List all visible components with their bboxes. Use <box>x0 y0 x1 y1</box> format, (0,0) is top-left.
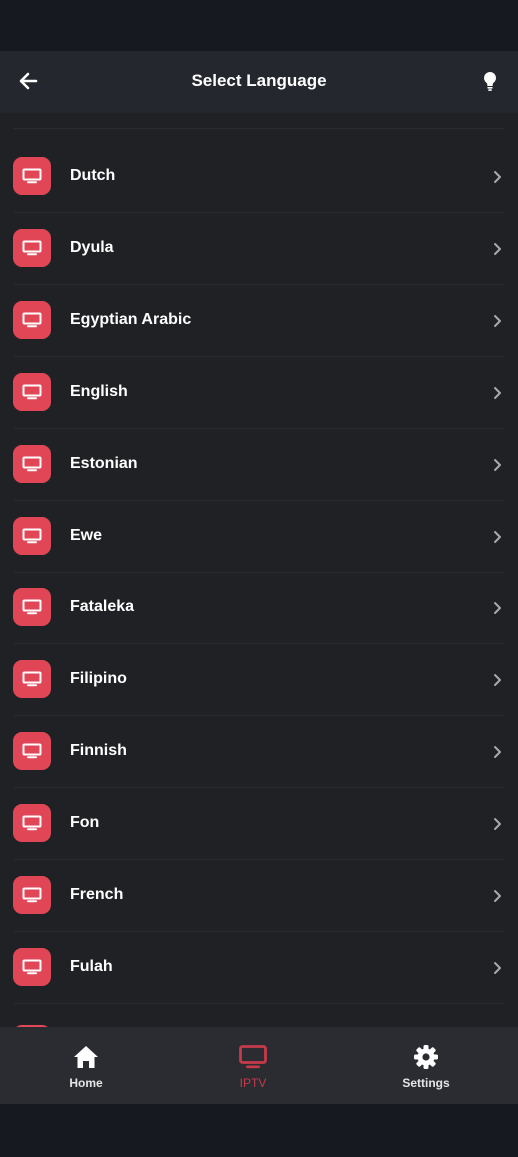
tv-icon <box>13 732 51 771</box>
chevron-right-icon <box>492 672 502 688</box>
list-item-label: French <box>70 886 124 903</box>
list-item[interactable]: Filipino <box>0 644 518 717</box>
tv-icon <box>13 588 51 627</box>
list-item[interactable]: English <box>0 357 518 429</box>
tv-icon <box>13 300 51 339</box>
list-item-label: Fataleka <box>70 598 135 616</box>
chevron-right-icon <box>492 385 502 401</box>
divider <box>14 1002 504 1004</box>
list-item[interactable]: Finnish <box>0 716 518 789</box>
list-item[interactable]: Estonian <box>0 429 518 501</box>
tv-icon <box>13 516 51 555</box>
bottom-navigation: Home IPTV Settings <box>0 1027 518 1104</box>
list-item[interactable]: Dutch <box>0 141 518 213</box>
chevron-right-icon <box>492 313 502 329</box>
tv-icon <box>13 157 51 195</box>
chevron-right-icon <box>492 457 502 473</box>
list-item-partial-top <box>0 113 518 129</box>
status-bar <box>0 0 518 51</box>
app-bar: Select Language <box>0 51 518 113</box>
nav-iptv-label: IPTV <box>239 1076 267 1090</box>
home-icon <box>74 1046 98 1068</box>
list-item-label: Ewe <box>70 526 103 544</box>
tv-icon <box>13 372 51 411</box>
list-item[interactable]: French <box>0 860 518 932</box>
list-item-label: Egyptian Arabic <box>70 310 192 328</box>
list-item[interactable]: Fon <box>0 788 518 861</box>
tv-icon <box>13 228 51 267</box>
list-item-label: Dutch <box>70 167 116 184</box>
chevron-right-icon <box>492 744 502 760</box>
list-item-label: Estonian <box>70 454 138 472</box>
list-item-label: Filipino <box>70 670 127 688</box>
tv-icon <box>13 804 51 843</box>
nav-iptv[interactable]: IPTV <box>167 1027 339 1104</box>
nav-settings-label: Settings <box>402 1076 450 1090</box>
list-item-label: Fon <box>70 814 100 832</box>
gear-icon <box>414 1045 438 1069</box>
list-item[interactable]: Fataleka <box>0 572 518 645</box>
tv-icon <box>239 1045 267 1069</box>
list-item-label: Finnish <box>70 742 127 760</box>
list-item-partial-bottom <box>0 1009 518 1027</box>
list-item[interactable]: Dyula <box>0 213 518 285</box>
language-list[interactable]: Dutch Dyula Egyptian Arabic English Estonian… <box>0 113 518 1027</box>
divider <box>14 128 504 129</box>
list-item-label: English <box>70 382 128 400</box>
chevron-right-icon <box>492 888 502 904</box>
nav-settings[interactable]: Settings <box>340 1027 512 1104</box>
nav-home[interactable]: Home <box>0 1027 172 1104</box>
chevron-right-icon <box>492 529 502 545</box>
chevron-right-icon <box>492 816 502 832</box>
tv-icon <box>13 947 51 986</box>
nav-home-label: Home <box>69 1076 103 1090</box>
system-nav-area <box>0 1104 518 1157</box>
chevron-right-icon <box>492 241 502 257</box>
chevron-right-icon <box>492 169 502 185</box>
list-item[interactable]: Ewe <box>0 501 518 573</box>
chevron-right-icon <box>492 960 502 976</box>
tv-icon <box>13 444 51 483</box>
page-title: Select Language <box>191 71 327 90</box>
list-item[interactable]: Fulah <box>0 932 518 1004</box>
list-item-label: Dyula <box>70 238 114 256</box>
tv-icon <box>13 876 51 914</box>
list-item[interactable]: Egyptian Arabic <box>0 285 518 357</box>
tv-icon <box>13 660 51 699</box>
list-item-label: Fulah <box>70 957 113 975</box>
lightbulb-icon[interactable] <box>480 69 500 93</box>
chevron-right-icon <box>492 600 502 616</box>
